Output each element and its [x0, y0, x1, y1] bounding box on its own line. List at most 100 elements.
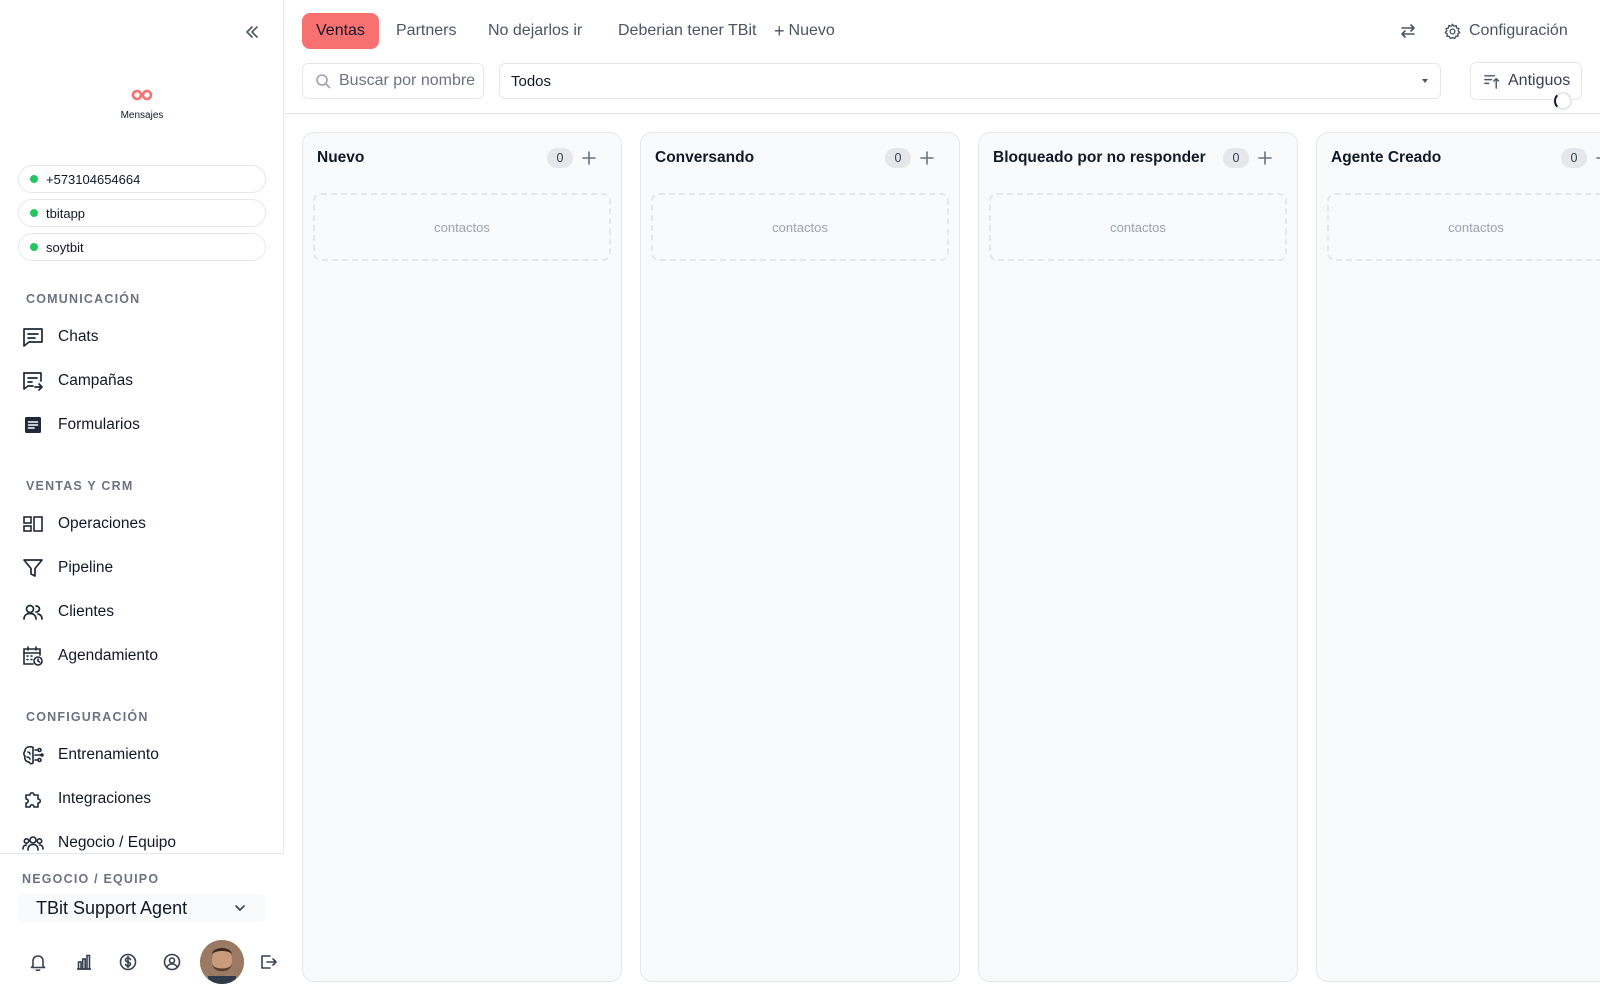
sidebar-item-label: Formularios — [58, 416, 140, 433]
sidebar-item-label: Pipeline — [58, 559, 114, 576]
infinity-logo-icon — [131, 88, 153, 102]
tab-deberian-tener-tbit[interactable]: Deberian tener TBit — [604, 13, 770, 49]
online-status-dot — [30, 209, 38, 217]
kanban-column: Agente Creado 0 contactos — [1316, 132, 1600, 982]
sort-label: Antiguos — [1508, 72, 1571, 89]
column-title: Agente Creado — [1331, 149, 1442, 166]
sidebar-item-label: Agendamiento — [58, 647, 158, 664]
footer-icon-bar — [0, 940, 284, 984]
sidebar-item-label: Campañas — [58, 372, 133, 389]
top-bar: Ventas Partners No dejarlos ir Deberian … — [284, 0, 1600, 62]
sidebar-footer: NEGOCIO / EQUIPO TBit Support Agent — [0, 853, 284, 1000]
sidebar-item-label: Entrenamiento — [58, 746, 159, 763]
logout-icon[interactable] — [258, 952, 278, 972]
add-card-icon[interactable] — [580, 149, 598, 167]
campaign-icon — [22, 370, 44, 392]
chat-bubble-icon — [22, 326, 44, 348]
empty-dropzone[interactable]: contactos — [1327, 193, 1600, 261]
dollar-circle-icon[interactable] — [118, 952, 138, 972]
collapse-sidebar-icon[interactable] — [242, 22, 262, 42]
sidebar-item-label: Clientes — [58, 603, 114, 620]
bar-chart-icon[interactable] — [74, 952, 94, 972]
account-list: +573104654664 tbitapp soytbit — [18, 165, 266, 267]
new-tab-button[interactable]: + Nuevo — [760, 13, 849, 49]
kanban-board: Nuevo 0 contactos Conversando 0 contacto… — [284, 114, 1600, 1000]
loading-spinner — [1554, 92, 1572, 110]
add-card-icon[interactable] — [1594, 149, 1600, 167]
sidebar-item-campanas[interactable]: Campañas — [22, 367, 133, 395]
account-label: tbitapp — [46, 205, 86, 221]
avatar[interactable] — [200, 940, 244, 984]
sidebar: Mensajes +573104654664 tbitapp soytbit C… — [0, 0, 284, 1000]
sidebar-item-label: Integraciones — [58, 790, 152, 807]
team-select[interactable]: TBit Support Agent — [18, 894, 266, 922]
account-pill[interactable]: tbitapp — [18, 199, 266, 227]
filter-select[interactable]: Todos — [499, 63, 1441, 99]
caret-down-icon — [1422, 79, 1428, 83]
empty-dropzone[interactable]: contactos — [651, 193, 949, 261]
tab-ventas[interactable]: Ventas — [302, 13, 379, 49]
column-header: Agente Creado 0 — [1317, 133, 1600, 181]
sidebar-item-operaciones[interactable]: Operaciones — [22, 510, 146, 538]
online-status-dot — [30, 175, 38, 183]
column-count-badge: 0 — [1561, 148, 1587, 168]
swap-arrows-icon[interactable] — [1398, 21, 1418, 41]
user-circle-icon[interactable] — [162, 952, 182, 972]
sidebar-item-chats[interactable]: Chats — [22, 323, 99, 351]
account-pill[interactable]: soytbit — [18, 233, 266, 261]
column-count-badge: 0 — [547, 148, 573, 168]
sort-ascending-icon — [1483, 73, 1500, 90]
team-icon — [22, 832, 44, 854]
sidebar-item-agendamiento[interactable]: Agendamiento — [22, 642, 158, 670]
sidebar-item-pipeline[interactable]: Pipeline — [22, 554, 113, 582]
online-status-dot — [30, 243, 38, 251]
brain-circuit-icon — [22, 744, 44, 766]
gear-icon — [1444, 23, 1461, 40]
sidebar-item-clientes[interactable]: Clientes — [22, 598, 114, 626]
bell-icon[interactable] — [28, 952, 48, 972]
sidebar-item-entrenamiento[interactable]: Entrenamiento — [22, 741, 159, 769]
column-title: Conversando — [655, 149, 755, 166]
chevron-down-icon — [232, 900, 248, 916]
team-label: NEGOCIO / EQUIPO — [22, 872, 160, 886]
account-label: +573104654664 — [46, 171, 141, 187]
form-icon — [22, 414, 44, 436]
sidebar-item-label: Operaciones — [58, 515, 146, 532]
brand-label: Mensajes — [120, 110, 164, 121]
search-input[interactable] — [339, 72, 479, 90]
empty-dropzone[interactable]: contactos — [989, 193, 1287, 261]
column-count-badge: 0 — [885, 148, 911, 168]
add-card-icon[interactable] — [918, 149, 936, 167]
puzzle-icon — [22, 788, 44, 810]
kanban-column: Conversando 0 contactos — [640, 132, 960, 982]
settings-label: Configuración — [1469, 22, 1568, 39]
filter-select-value: Todos — [511, 72, 552, 90]
tab-partners[interactable]: Partners — [382, 13, 470, 49]
section-title-configuracion: CONFIGURACIÓN — [26, 710, 149, 724]
kanban-column: Bloqueado por no responder 0 contactos — [978, 132, 1298, 982]
funnel-icon — [22, 557, 44, 579]
column-count-badge: 0 — [1223, 148, 1249, 168]
plus-icon: + — [774, 20, 785, 41]
section-title-comunicacion: COMUNICACIÓN — [26, 292, 141, 306]
add-card-icon[interactable] — [1256, 149, 1274, 167]
account-label: soytbit — [46, 239, 84, 255]
sidebar-item-formularios[interactable]: Formularios — [22, 411, 140, 439]
section-title-ventas: VENTAS Y CRM — [26, 479, 134, 493]
sidebar-item-label: Chats — [58, 328, 99, 345]
filter-bar: Todos Antiguos — [284, 62, 1600, 114]
kanban-column: Nuevo 0 contactos — [302, 132, 622, 982]
calendar-clock-icon — [22, 645, 44, 667]
column-title: Bloqueado por no responder — [993, 149, 1206, 166]
sidebar-item-integraciones[interactable]: Integraciones — [22, 785, 151, 813]
search-icon — [315, 73, 331, 89]
brand[interactable]: Mensajes — [0, 88, 284, 121]
tab-no-dejarlos-ir[interactable]: No dejarlos ir — [474, 13, 596, 49]
users-icon — [22, 601, 44, 623]
team-select-value: TBit Support Agent — [36, 897, 188, 918]
account-pill[interactable]: +573104654664 — [18, 165, 266, 193]
empty-dropzone[interactable]: contactos — [313, 193, 611, 261]
settings-button[interactable]: Configuración — [1444, 18, 1568, 44]
column-header: Conversando 0 — [641, 133, 959, 181]
column-title: Nuevo — [317, 149, 365, 166]
